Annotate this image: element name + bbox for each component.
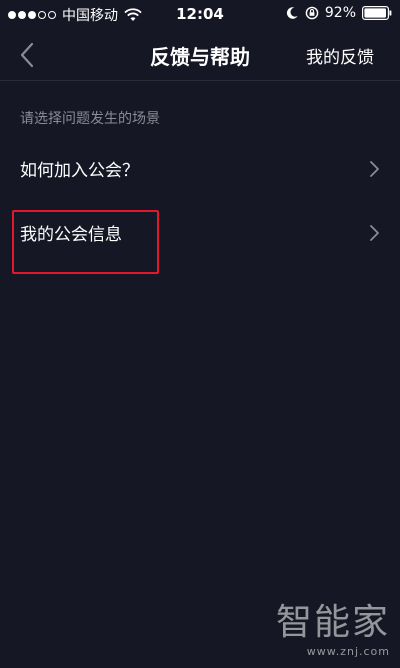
wifi-icon	[124, 8, 142, 21]
screen: 中国移动 12:04 92% 反馈与帮助 我的反馈 请选择问题发生的场景 如何加…	[0, 0, 400, 668]
carrier-name: 中国移动	[62, 8, 118, 24]
watermark-url: www.znj.com	[306, 645, 390, 658]
list-item-label: 我的公会信息	[20, 225, 122, 245]
nav-divider	[0, 80, 400, 81]
back-button[interactable]	[14, 40, 44, 70]
list-item-label: 如何加入公会？	[20, 161, 139, 181]
list-item-my-guild-info[interactable]: 我的公会信息	[0, 214, 400, 254]
navigation-bar: 反馈与帮助 我的反馈	[0, 30, 400, 80]
watermark-logo: 智能家	[275, 602, 390, 643]
battery-percent: 92%	[324, 5, 356, 21]
chevron-right-icon	[370, 161, 379, 177]
chevron-right-icon	[370, 225, 379, 241]
status-left: 中国移动	[8, 5, 142, 25]
watermark: 智能家 www.znj.com	[276, 593, 390, 658]
status-bar: 中国移动 12:04 92%	[0, 0, 400, 30]
my-feedback-button[interactable]: 我的反馈	[306, 43, 374, 68]
rotation-lock-icon	[305, 6, 319, 20]
chevron-left-icon	[20, 42, 34, 68]
list-item-join-guild[interactable]: 如何加入公会？	[0, 150, 400, 190]
signal-strength-icon	[8, 11, 56, 19]
section-hint: 请选择问题发生的场景	[20, 111, 160, 127]
battery-icon	[362, 6, 392, 20]
status-right: 92%	[285, 5, 392, 21]
moon-icon	[286, 7, 298, 19]
